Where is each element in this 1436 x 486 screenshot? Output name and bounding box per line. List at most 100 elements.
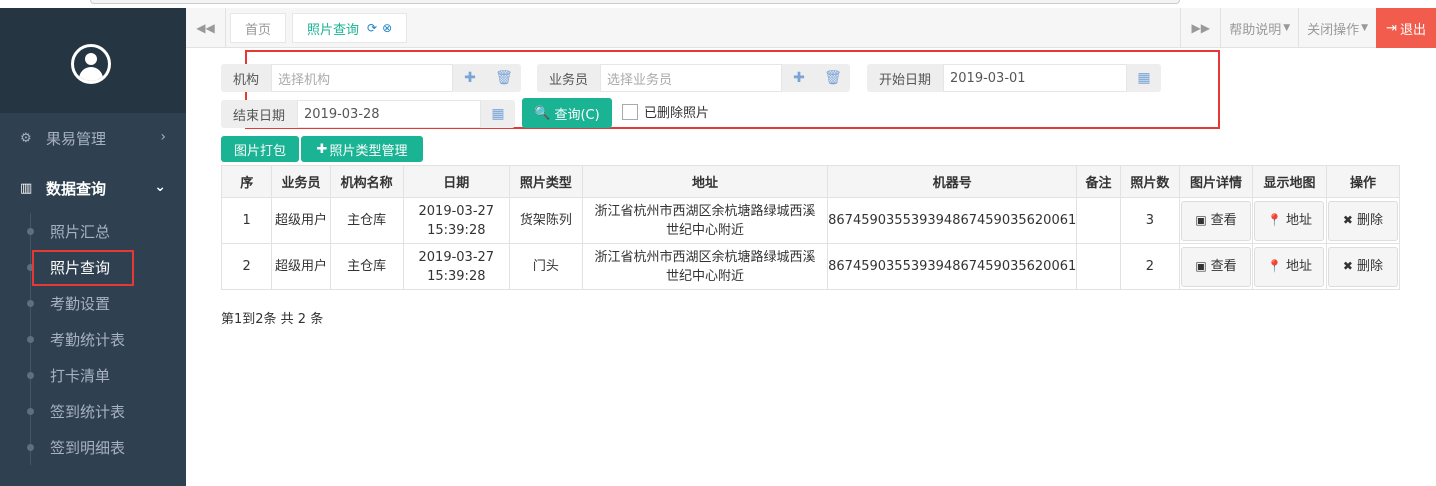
tab-home[interactable]: 首页 <box>230 13 287 43</box>
caret-down-icon: ▼ <box>1283 23 1291 33</box>
cell-staff: 超级用户 <box>271 243 331 290</box>
end-date-label: 结束日期 <box>233 108 286 124</box>
staff-input[interactable]: 选择业务员 <box>600 64 783 92</box>
view-button[interactable]: ▣ 查看 <box>1181 246 1252 287</box>
deleted-photos-checkbox[interactable]: 已删除照片 <box>622 102 709 121</box>
map-marker-icon: 📍 <box>1266 259 1282 273</box>
menu-group-fruit-management[interactable]: ⚙ 果易管理 › <box>0 113 186 163</box>
col-header: 备注 <box>1076 165 1121 198</box>
view-label: 查看 <box>1210 213 1237 228</box>
cell-date: 2019-03-27 15:39:28 <box>402 243 510 290</box>
bullet-dot <box>27 228 34 235</box>
start-date-input[interactable]: 2019-03-01 <box>943 64 1128 92</box>
chevron-right-icon: › <box>160 129 166 145</box>
end-date-group: 结束日期 2019-03-28 ▦ <box>221 100 516 128</box>
sidebar-item-label: 打卡清单 <box>50 366 111 385</box>
sidebar-item-photo-query[interactable]: 照片查询 <box>0 249 186 286</box>
image-icon: ▣ <box>1195 259 1207 273</box>
cell-view: ▣ 查看 <box>1179 197 1253 244</box>
bar-chart-icon: ▥ <box>20 180 33 196</box>
tab-label: 首页 <box>245 22 272 38</box>
org-label: 机构 <box>233 72 260 88</box>
sidebar-item-label: 照片汇总 <box>50 222 111 241</box>
sidebar-item-attendance-settings[interactable]: 考勤设置 <box>0 285 186 321</box>
pack-images-button[interactable]: 图片打包 <box>221 136 299 162</box>
cell-staff: 超级用户 <box>271 197 331 244</box>
cell-remark <box>1076 197 1121 244</box>
address-line: 浙江省杭州市西湖区余杭塘路绿城西溪 <box>594 203 816 219</box>
col-header: 机构名称 <box>329 165 404 198</box>
delete-button[interactable]: ✖ 删除 <box>1327 200 1398 241</box>
menu-group-data-query[interactable]: ▥ 数据查询 ⌄ <box>0 163 186 213</box>
logout-button[interactable]: ⇥ 退出 <box>1376 8 1436 48</box>
photo-type-management-button[interactable]: ✚ 照片类型管理 <box>301 136 423 162</box>
trash-icon[interactable]: 🗑 <box>816 64 850 92</box>
plus-icon: ✚ <box>316 141 328 157</box>
cell-org: 主仓库 <box>329 197 404 244</box>
date-time: 15:39:28 <box>427 268 486 284</box>
col-header: 地址 <box>581 165 829 198</box>
user-avatar-icon[interactable] <box>71 44 111 84</box>
sidebar-item-signin-detail[interactable]: 签到明细表 <box>0 429 186 465</box>
cell-remark <box>1076 243 1121 290</box>
sidebar-item-signin-stats[interactable]: 签到统计表 <box>0 393 186 429</box>
address-line: 浙江省杭州市西湖区余杭塘路绿城西溪 <box>594 249 816 265</box>
cell-date: 2019-03-27 15:39:28 <box>402 197 510 244</box>
browser-bar <box>90 0 1180 4</box>
col-header: 显示地图 <box>1252 165 1327 198</box>
menu-group-label: 果易管理 <box>46 129 107 148</box>
photo-table: 序 业务员 机构名称 日期 照片类型 地址 机器号 备注 照片数 图片详情 显示… <box>220 165 1401 290</box>
cell-count: 3 <box>1119 197 1181 244</box>
date-day: 2019-03-27 <box>418 203 495 219</box>
plus-icon[interactable]: ✚ <box>453 64 487 92</box>
cell-map: 📍 地址 <box>1252 243 1327 290</box>
cell-org: 主仓库 <box>329 243 404 290</box>
cell-machine: 867459035539394867459035620061 <box>827 197 1078 244</box>
cell-type: 门头 <box>508 243 583 290</box>
refresh-icon[interactable]: ⟳ <box>367 21 377 35</box>
query-label: 查询(C) <box>554 107 600 123</box>
start-date-label: 开始日期 <box>879 72 932 88</box>
menu-group-label: 数据查询 <box>46 179 107 198</box>
end-date-input[interactable]: 2019-03-28 <box>297 100 482 128</box>
close-ops-dropdown[interactable]: 关闭操作 ▼ <box>1298 8 1376 48</box>
help-dropdown[interactable]: 帮助说明 ▼ <box>1220 8 1298 48</box>
sidebar-item-clock-list[interactable]: 打卡清单 <box>0 357 186 393</box>
close-icon[interactable]: ⊗ <box>382 21 392 35</box>
map-button[interactable]: 📍 地址 <box>1254 246 1325 287</box>
calendar-icon[interactable]: ▦ <box>481 100 515 128</box>
logout-label: 退出 <box>1399 22 1426 38</box>
pagination-info: 第1到2条 共 2 条 <box>221 312 324 327</box>
tab-photo-query[interactable]: 照片查询 ⟳ ⊗ <box>292 13 408 43</box>
checkbox-box[interactable] <box>622 103 638 120</box>
org-input[interactable]: 选择机构 <box>271 64 454 92</box>
table-header-row: 序 业务员 机构名称 日期 照片类型 地址 机器号 备注 照片数 图片详情 显示… <box>220 165 1401 198</box>
cell-count: 2 <box>1119 243 1181 290</box>
calendar-icon[interactable]: ▦ <box>1127 64 1161 92</box>
sidebar-item-label: 考勤统计表 <box>50 330 126 349</box>
bullet-dot <box>27 372 34 379</box>
query-button[interactable]: 🔍 查询(C) <box>522 98 612 128</box>
scroll-right-icon[interactable]: ▶▶ <box>1180 8 1220 48</box>
search-icon: 🔍 <box>534 105 551 121</box>
map-label: 地址 <box>1285 259 1312 274</box>
map-button[interactable]: 📍 地址 <box>1254 200 1325 241</box>
highlight-box <box>32 250 134 286</box>
logout-icon: ⇥ <box>1386 20 1397 36</box>
table-row: 1 超级用户 主仓库 2019-03-27 15:39:28 货架陈列 浙江省杭州… <box>220 197 1401 244</box>
plus-icon[interactable]: ✚ <box>782 64 816 92</box>
trash-icon[interactable]: 🗑 <box>487 64 521 92</box>
profile-area <box>0 8 186 113</box>
delete-button[interactable]: ✖ 删除 <box>1327 246 1398 287</box>
close-icon: ✖ <box>1342 213 1353 227</box>
close-ops-label: 关闭操作 <box>1307 22 1360 38</box>
scroll-left-icon[interactable]: ◀◀ <box>186 8 226 48</box>
sidebar-item-attendance-stats[interactable]: 考勤统计表 <box>0 321 186 357</box>
start-date-group: 开始日期 2019-03-01 ▦ <box>867 64 1162 92</box>
staff-label: 业务员 <box>549 72 589 88</box>
sidebar-item-photo-summary[interactable]: 照片汇总 <box>0 213 186 249</box>
view-button[interactable]: ▣ 查看 <box>1181 200 1252 241</box>
col-header: 业务员 <box>271 165 331 198</box>
chevron-down-icon: ⌄ <box>154 179 166 195</box>
org-select-group: 机构 选择机构 ✚ 🗑 <box>221 64 522 92</box>
